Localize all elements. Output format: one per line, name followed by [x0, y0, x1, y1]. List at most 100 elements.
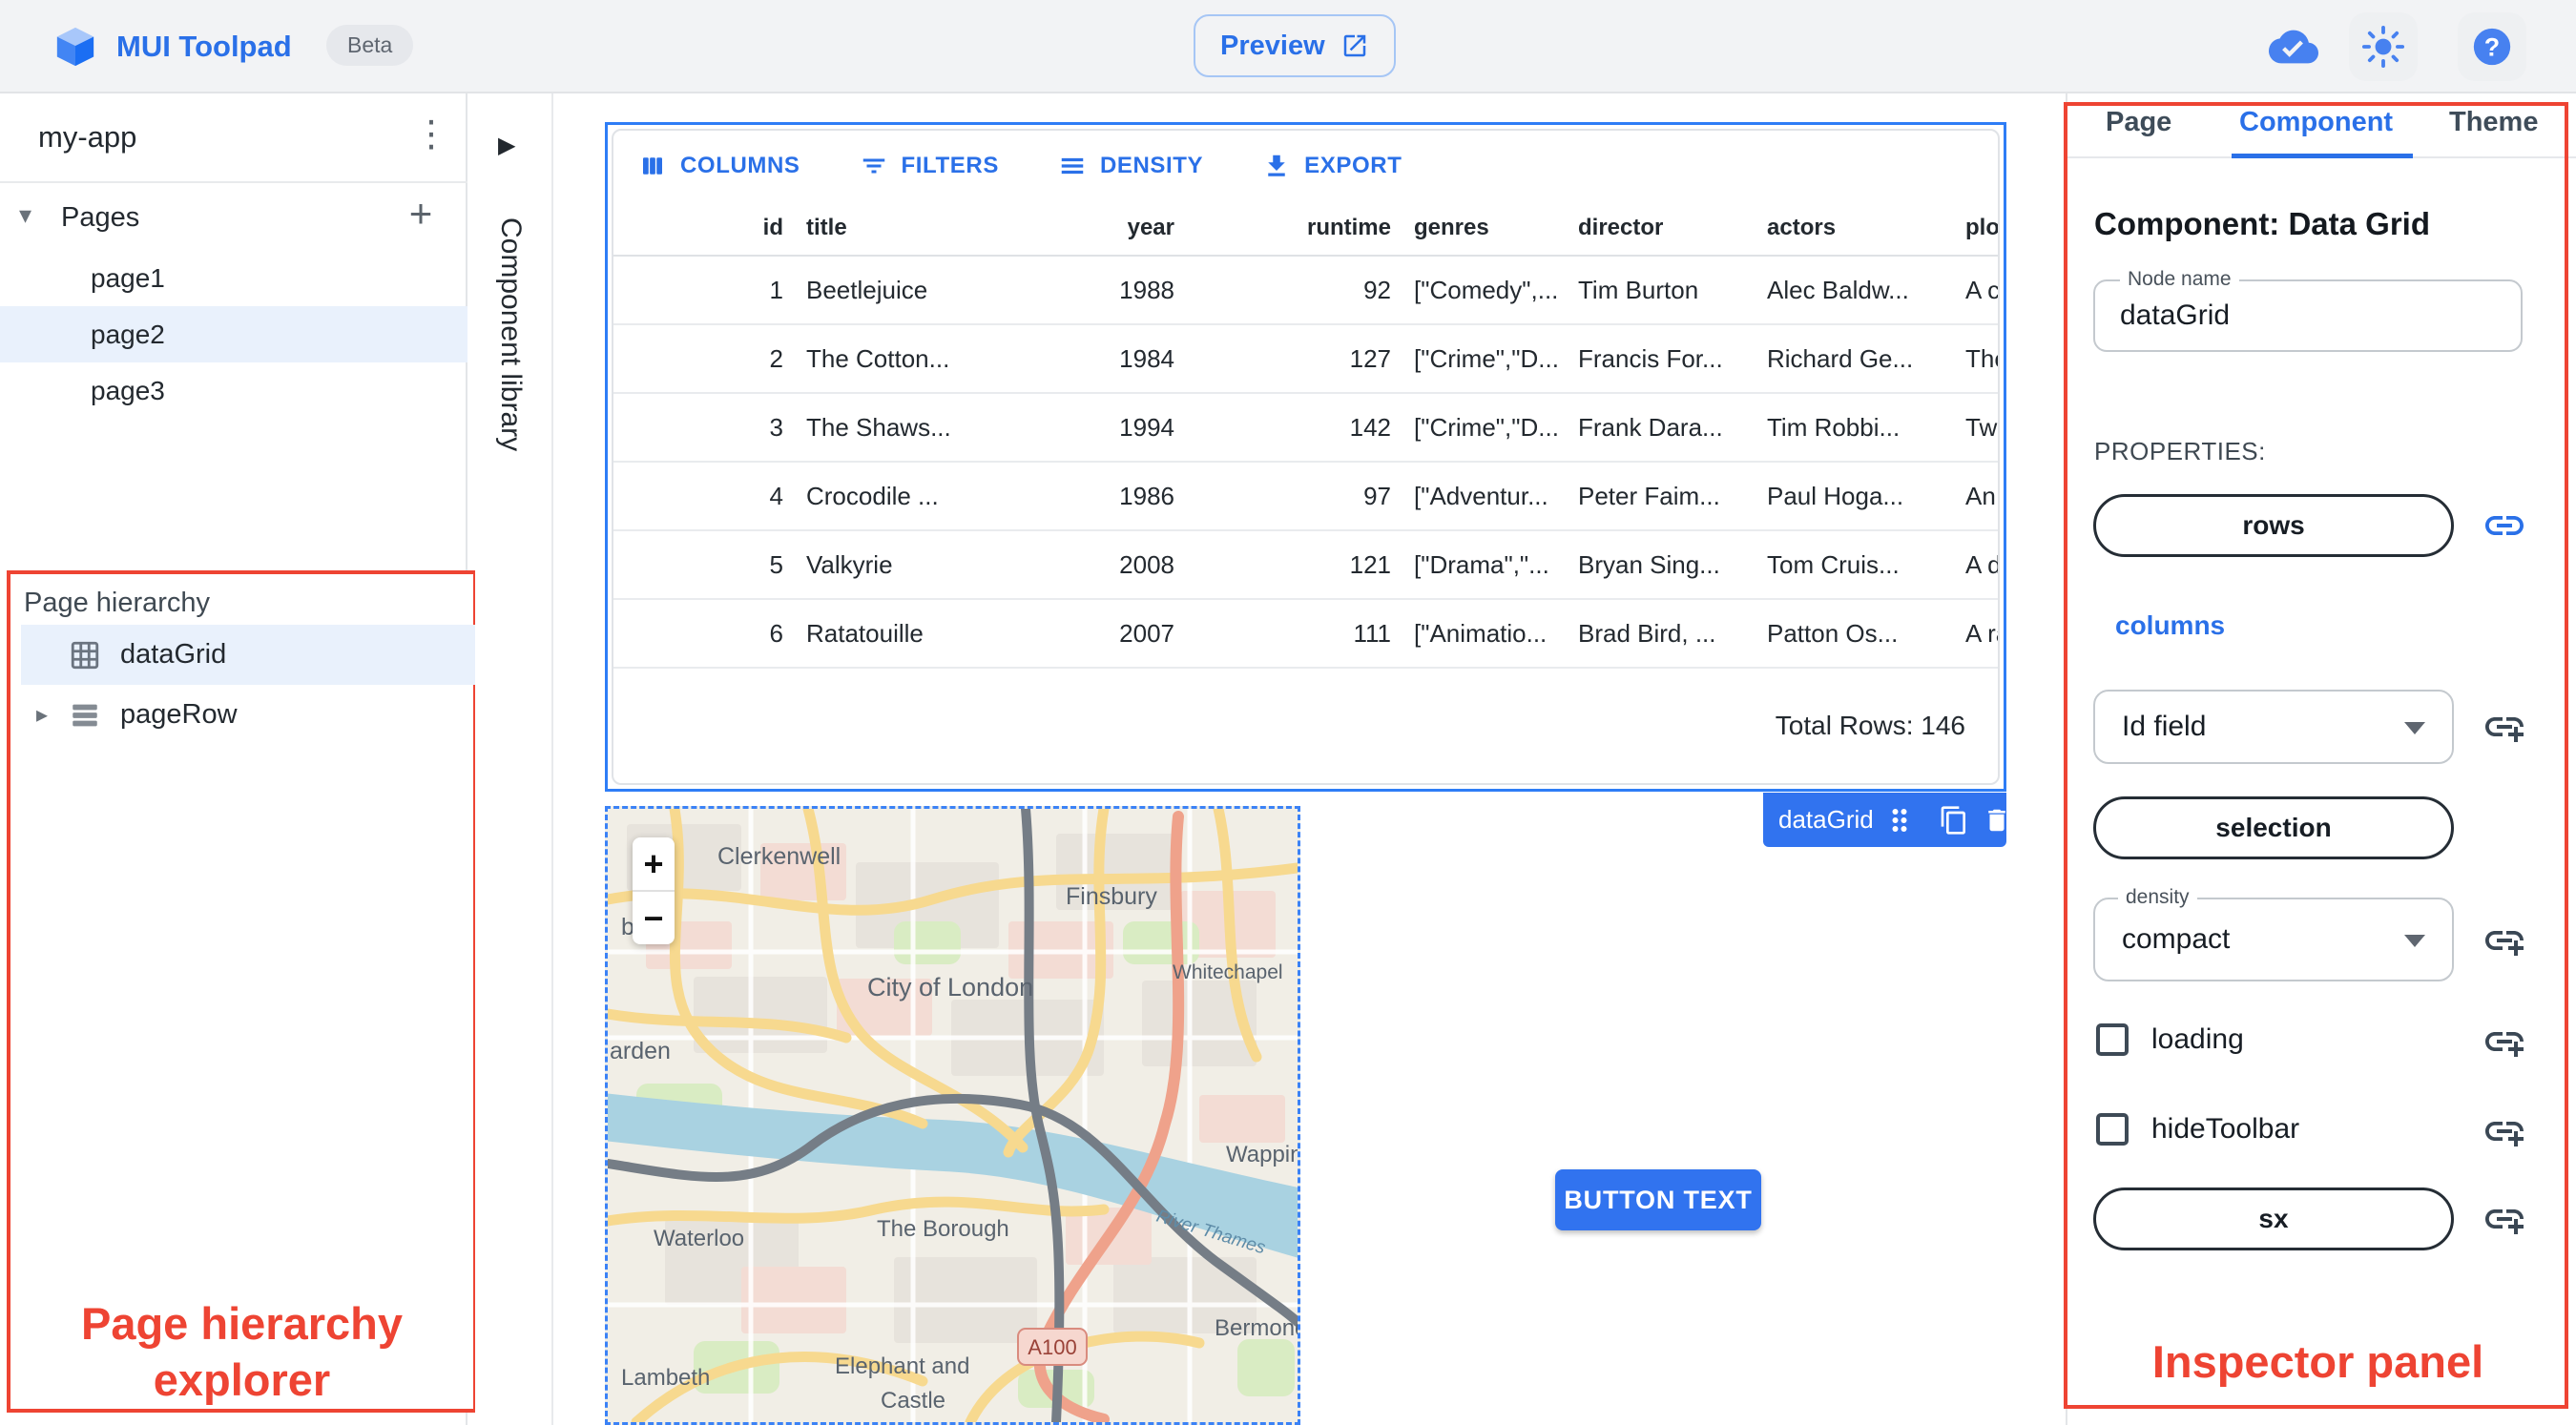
- preview-button[interactable]: Preview: [1194, 14, 1396, 77]
- project-name: my-app: [38, 120, 137, 154]
- table-cell: Tim Burton: [1578, 275, 1699, 304]
- sidebar-item-page3[interactable]: page3: [0, 362, 467, 419]
- component-library-label[interactable]: Component library: [494, 217, 527, 451]
- tab-theme[interactable]: Theme: [2449, 107, 2538, 138]
- column-header-id[interactable]: id: [613, 215, 795, 241]
- datagrid-header-row: id title year runtime genres director actors pl…: [613, 201, 1998, 257]
- table-cell: 97: [1363, 481, 1391, 510]
- selected-node-name: dataGrid: [1778, 805, 1874, 834]
- table-row[interactable]: 4 Crocodile ... 1986 97 ["Adventur... Peter F…: [613, 463, 1998, 531]
- hierarchy-item-datagrid[interactable]: dataGrid: [21, 625, 484, 685]
- datagrid-component-selected[interactable]: COLUMNS FILTERS DENSITY EXPORT id title ye…: [605, 122, 2006, 792]
- brightness-sun-icon: [2361, 25, 2405, 69]
- sidebar-item-page1[interactable]: page1: [0, 250, 467, 306]
- column-header-title[interactable]: title: [795, 215, 995, 241]
- loading-binding-link-icon[interactable]: [2480, 1017, 2529, 1066]
- table-cell: ["Adventur...: [1414, 481, 1548, 510]
- column-header-actors[interactable]: actors: [1755, 215, 1954, 241]
- map-label: Whitechapel: [1173, 961, 1283, 983]
- view-column-icon: [638, 152, 667, 180]
- drag-handle-icon[interactable]: [1887, 806, 1912, 835]
- table-cell: Richard Ge...: [1767, 343, 1914, 373]
- hidetoolbar-checkbox[interactable]: [2096, 1113, 2129, 1146]
- table-cell: 1986: [1119, 481, 1174, 510]
- expand-component-library-icon[interactable]: ▶: [498, 132, 515, 159]
- rows-property-button[interactable]: rows: [2093, 494, 2454, 557]
- column-header-genres[interactable]: genres: [1402, 215, 1567, 241]
- table-cell: ["Drama","...: [1414, 549, 1549, 579]
- chevron-right-icon[interactable]: ▸: [21, 701, 63, 729]
- map-component[interactable]: A100 ClerkenwellFinsburybornCity of Lond…: [605, 806, 1300, 1425]
- column-header-plot[interactable]: plot: [1954, 215, 1998, 241]
- inspector-tabs: Page Component Theme: [2067, 93, 2576, 158]
- duplicate-node-icon[interactable]: [1939, 805, 1969, 836]
- table-row[interactable]: 5 Valkyrie 2008 121 ["Drama","... Bryan Sing.…: [613, 531, 1998, 600]
- theme-toggle-button[interactable]: [2349, 12, 2418, 81]
- mui-toolpad-logo-icon: [53, 25, 97, 69]
- table-cell: 2008: [1119, 549, 1174, 579]
- page-hierarchy-title: Page hierarchy: [24, 588, 211, 618]
- annotation-line: Page hierarchy: [80, 1298, 403, 1349]
- map-label: The Borough: [877, 1216, 1009, 1242]
- table-cell: Tim Robbi...: [1767, 412, 1901, 442]
- datagrid-footer: Total Rows: 146: [613, 669, 1998, 783]
- table-row[interactable]: 6 Ratatouille 2007 111 ["Animatio... Brad Bir…: [613, 600, 1998, 669]
- hidetoolbar-binding-link-icon[interactable]: [2480, 1106, 2529, 1156]
- annotation-page-hierarchy-explorer: Page hierarchy explorer: [7, 1295, 477, 1408]
- zoom-in-button[interactable]: +: [633, 837, 675, 890]
- rows-binding-link-icon[interactable]: [2480, 501, 2529, 550]
- sx-binding-link-icon[interactable]: [2480, 1194, 2529, 1244]
- columns-property-link[interactable]: columns: [2115, 610, 2225, 641]
- map-label: Clerkenwell: [717, 843, 841, 870]
- map-label: Waterloo: [654, 1226, 744, 1251]
- beta-badge: Beta: [326, 25, 414, 66]
- table-cell: Francis For...: [1578, 343, 1723, 373]
- column-header-runtime[interactable]: runtime: [1186, 215, 1402, 241]
- table-cell: Brad Bird, ...: [1578, 618, 1716, 648]
- map-zoom-control: + −: [633, 837, 675, 944]
- table-cell: 92: [1363, 275, 1391, 304]
- hidetoolbar-label: hideToolbar: [2151, 1113, 2300, 1145]
- hierarchy-item-pagerow[interactable]: ▸ pageRow: [21, 685, 484, 745]
- table-row[interactable]: 2 The Cotton... 1984 127 ["Crime","D... Franc…: [613, 325, 1998, 394]
- density-button[interactable]: DENSITY: [1058, 152, 1203, 180]
- table-cell: 6: [769, 618, 783, 648]
- add-page-button[interactable]: +: [399, 191, 443, 237]
- delete-node-icon[interactable]: [1983, 806, 2011, 835]
- sidebar-item-page2[interactable]: page2: [0, 306, 467, 362]
- project-more-menu-icon[interactable]: ⋮: [412, 113, 450, 155]
- tab-component[interactable]: Component: [2239, 107, 2393, 138]
- loading-checkbox[interactable]: [2096, 1023, 2129, 1056]
- column-header-year[interactable]: year: [995, 215, 1186, 241]
- density-select[interactable]: density compact: [2093, 886, 2454, 981]
- active-tab-indicator: [2232, 154, 2413, 158]
- selection-property-button[interactable]: selection: [2093, 796, 2454, 859]
- table-cell: Patton Os...: [1767, 618, 1899, 648]
- chevron-down-icon[interactable]: ▾: [19, 200, 31, 230]
- density-value: compact: [2122, 923, 2231, 955]
- columns-button[interactable]: COLUMNS: [638, 152, 800, 180]
- table-cell: Alec Baldw...: [1767, 275, 1909, 304]
- svg-text:?: ?: [2484, 33, 2500, 62]
- preview-button-label: Preview: [1220, 30, 1325, 61]
- select-caret-icon: [2404, 722, 2425, 734]
- density-binding-link-icon[interactable]: [2480, 916, 2529, 965]
- filters-button[interactable]: FILTERS: [860, 152, 999, 180]
- cloud-done-icon: [2269, 22, 2318, 72]
- id-field-select[interactable]: Id field: [2093, 690, 2454, 764]
- export-button[interactable]: EXPORT: [1262, 152, 1402, 180]
- column-header-director[interactable]: director: [1567, 215, 1755, 241]
- table-cell: Beetlejuice: [806, 275, 928, 304]
- annotation-line: explorer: [153, 1354, 331, 1405]
- button-component[interactable]: BUTTON TEXT: [1555, 1169, 1761, 1230]
- table-row[interactable]: 3 The Shaws... 1994 142 ["Crime","D... Frank …: [613, 394, 1998, 463]
- table-row[interactable]: 1 Beetlejuice 1988 92 ["Comedy",... Tim Burto…: [613, 257, 1998, 325]
- properties-section-label: PROPERTIES:: [2094, 437, 2266, 465]
- zoom-out-button[interactable]: −: [633, 892, 675, 944]
- hidetoolbar-property-row: hideToolbar: [2096, 1113, 2299, 1146]
- id-field-binding-link-icon[interactable]: [2480, 702, 2529, 752]
- tab-page[interactable]: Page: [2106, 107, 2171, 138]
- sx-property-button[interactable]: sx: [2093, 1188, 2454, 1250]
- node-name-field[interactable]: Node name dataGrid: [2093, 268, 2523, 352]
- help-button[interactable]: ?: [2458, 12, 2526, 81]
